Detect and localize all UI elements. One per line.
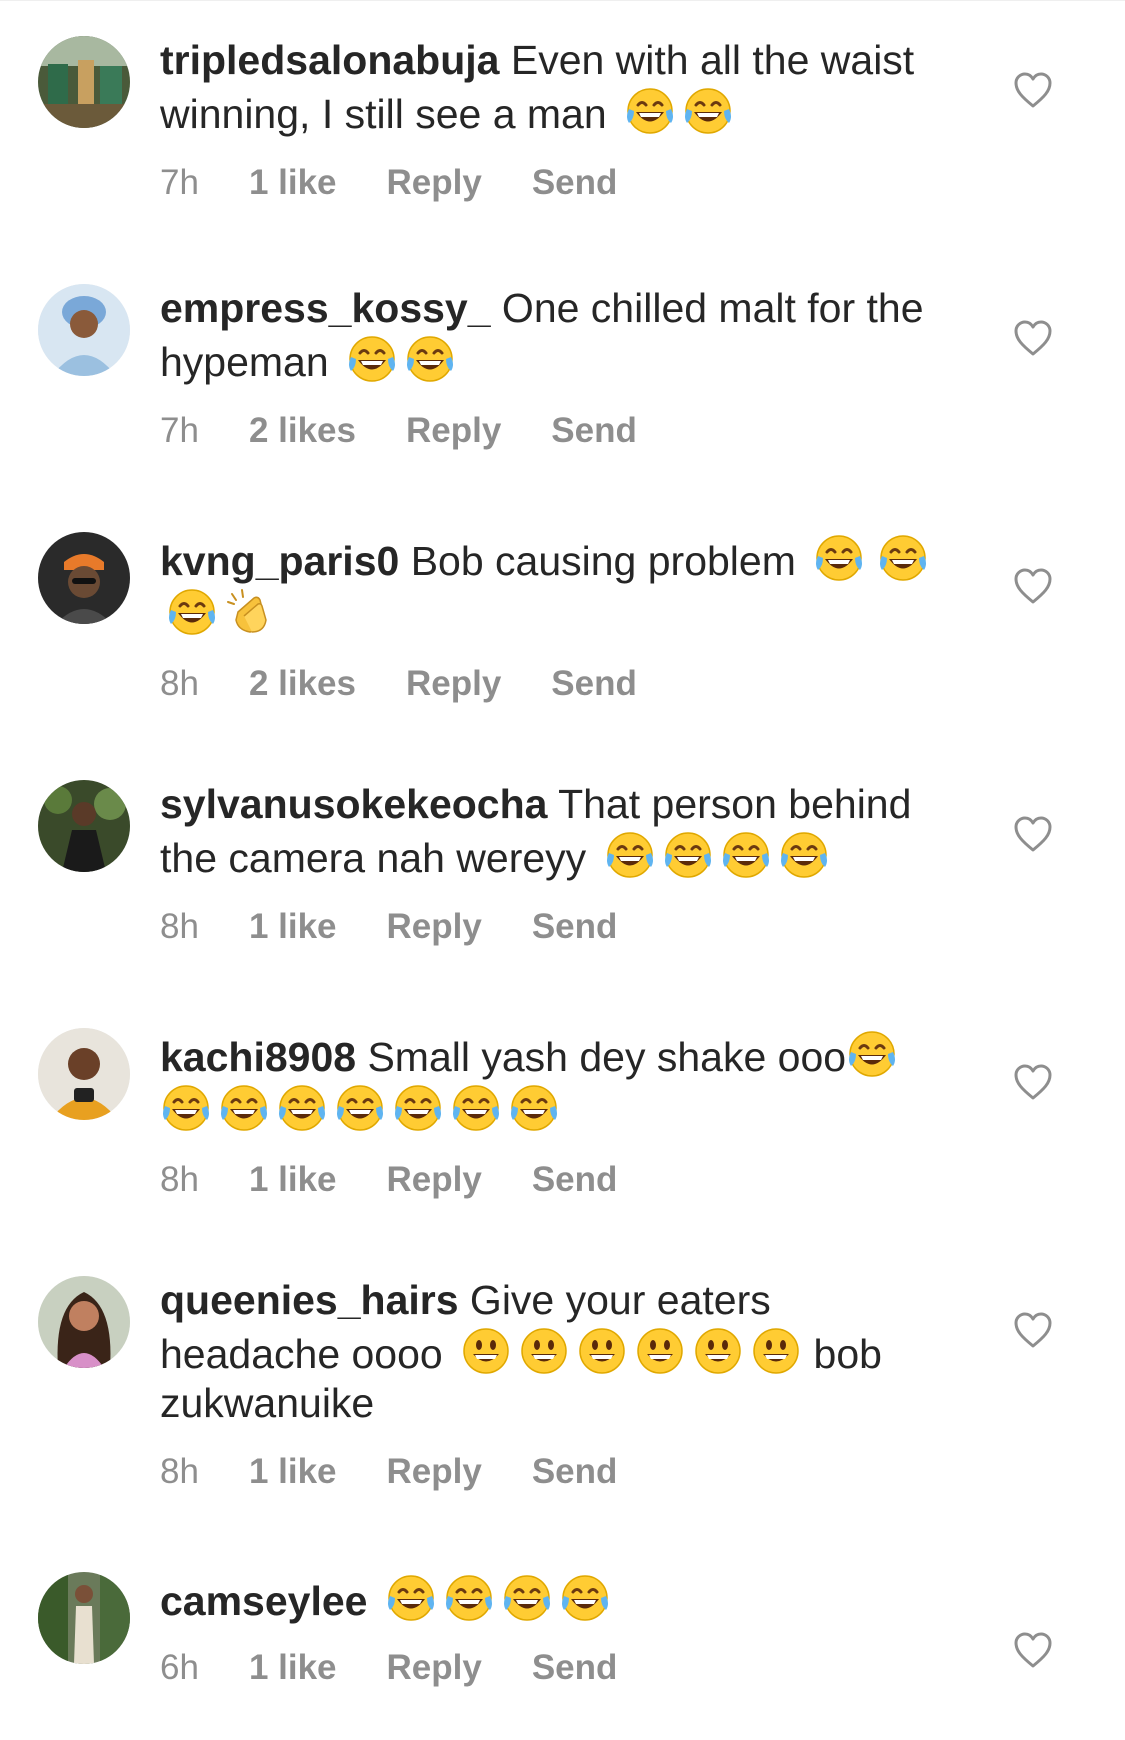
send-button[interactable]: Send xyxy=(551,664,637,704)
grinning-face-icon xyxy=(518,1325,570,1377)
comment-time: 6h xyxy=(160,1648,199,1687)
heart-outline-icon[interactable] xyxy=(1012,814,1054,854)
send-button[interactable]: Send xyxy=(532,1648,618,1688)
comment-meta: 7h 2 likes Reply Send xyxy=(160,409,960,453)
comment-text: queenies_hairs Give your eaters headache… xyxy=(160,1276,960,1428)
tears-of-joy-icon xyxy=(166,586,218,638)
likes-count[interactable]: 1 like xyxy=(249,163,337,203)
tears-of-joy-icon xyxy=(720,829,772,881)
comment-meta: 8h 1 like Reply Send xyxy=(160,1158,960,1202)
reply-button[interactable]: Reply xyxy=(387,163,482,203)
heart-outline-icon[interactable] xyxy=(1012,1062,1054,1102)
comment-meta: 7h 1 like Reply Send xyxy=(160,161,960,205)
comment-username[interactable]: camseylee xyxy=(160,1578,367,1624)
grinning-face-icon xyxy=(692,1325,744,1377)
grinning-face-icon xyxy=(634,1325,686,1377)
reply-button[interactable]: Reply xyxy=(387,1452,482,1492)
tears-of-joy-icon xyxy=(218,1082,270,1134)
send-button[interactable]: Send xyxy=(551,411,637,451)
comment-body: Bob causing problem xyxy=(399,538,796,584)
tears-of-joy-icon xyxy=(508,1082,560,1134)
send-button[interactable]: Send xyxy=(532,907,618,947)
tears-of-joy-icon xyxy=(443,1572,495,1624)
tears-of-joy-icon xyxy=(392,1082,444,1134)
comment-text: empress_kossy_ One chilled malt for the … xyxy=(160,284,960,387)
reply-button[interactable]: Reply xyxy=(406,664,501,704)
tears-of-joy-icon xyxy=(778,829,830,881)
comment-text: kvng_paris0 Bob causing problem xyxy=(160,532,960,640)
heart-outline-icon[interactable] xyxy=(1012,70,1054,110)
send-button[interactable]: Send xyxy=(532,163,618,203)
avatar[interactable] xyxy=(38,1572,130,1664)
heart-outline-icon[interactable] xyxy=(1012,1310,1054,1350)
likes-count[interactable]: 2 likes xyxy=(249,411,356,451)
grinning-face-icon xyxy=(460,1325,512,1377)
tears-of-joy-icon xyxy=(662,829,714,881)
comment-time: 8h xyxy=(160,1160,199,1199)
tears-of-joy-icon xyxy=(346,333,398,385)
comment-time: 8h xyxy=(160,1452,199,1491)
comment-meta: 6h 1 like Reply Send xyxy=(160,1646,960,1690)
heart-outline-icon[interactable] xyxy=(1012,318,1054,358)
comment-text: tripledsalonabuja Even with all the wais… xyxy=(160,36,960,139)
tears-of-joy-icon xyxy=(604,829,656,881)
tears-of-joy-icon xyxy=(877,532,929,584)
comment-meta: 8h 1 like Reply Send xyxy=(160,905,960,949)
top-divider xyxy=(0,0,1125,1)
reply-button[interactable]: Reply xyxy=(387,1648,482,1688)
tears-of-joy-icon xyxy=(501,1572,553,1624)
comment-time: 8h xyxy=(160,664,199,703)
tears-of-joy-icon xyxy=(334,1082,386,1134)
comment-meta: 8h 2 likes Reply Send xyxy=(160,662,960,706)
likes-count[interactable]: 2 likes xyxy=(249,664,356,704)
heart-outline-icon[interactable] xyxy=(1012,1630,1054,1670)
tears-of-joy-icon xyxy=(846,1028,898,1080)
avatar[interactable] xyxy=(38,1276,130,1368)
avatar[interactable] xyxy=(38,1028,130,1120)
comment-text: sylvanusokekeocha That person behind the… xyxy=(160,780,960,883)
heart-outline-icon[interactable] xyxy=(1012,566,1054,606)
grinning-face-icon xyxy=(750,1325,802,1377)
comment-username[interactable]: queenies_hairs xyxy=(160,1277,459,1323)
avatar[interactable] xyxy=(38,284,130,376)
reply-button[interactable]: Reply xyxy=(387,1160,482,1200)
tears-of-joy-icon xyxy=(559,1572,611,1624)
tears-of-joy-icon xyxy=(160,1082,212,1134)
likes-count[interactable]: 1 like xyxy=(249,907,337,947)
grinning-face-icon xyxy=(576,1325,628,1377)
comment-username[interactable]: sylvanusokekeocha xyxy=(160,781,547,827)
avatar[interactable] xyxy=(38,780,130,872)
likes-count[interactable]: 1 like xyxy=(249,1160,337,1200)
send-button[interactable]: Send xyxy=(532,1452,618,1492)
tears-of-joy-icon xyxy=(450,1082,502,1134)
comment-time: 8h xyxy=(160,907,199,946)
comment-meta: 8h 1 like Reply Send xyxy=(160,1450,960,1494)
clapping-hands-icon xyxy=(224,586,276,638)
tears-of-joy-icon xyxy=(385,1572,437,1624)
comment-time: 7h xyxy=(160,163,199,202)
tears-of-joy-icon xyxy=(624,85,676,137)
comment-text: kachi8908 Small yash dey shake ooo xyxy=(160,1028,960,1136)
comment-username[interactable]: tripledsalonabuja xyxy=(160,37,499,83)
comment-username[interactable]: empress_kossy_ xyxy=(160,285,491,331)
comment-text: camseylee xyxy=(160,1572,960,1626)
tears-of-joy-icon xyxy=(276,1082,328,1134)
comment-username[interactable]: kachi8908 xyxy=(160,1034,356,1080)
tears-of-joy-icon xyxy=(682,85,734,137)
send-button[interactable]: Send xyxy=(532,1160,618,1200)
comments-list: tripledsalonabuja Even with all the wais… xyxy=(0,0,1125,1740)
reply-button[interactable]: Reply xyxy=(406,411,501,451)
comment-username[interactable]: kvng_paris0 xyxy=(160,538,399,584)
avatar[interactable] xyxy=(38,36,130,128)
comment-body: Small yash dey shake ooo xyxy=(356,1034,847,1080)
likes-count[interactable]: 1 like xyxy=(249,1452,337,1492)
reply-button[interactable]: Reply xyxy=(387,907,482,947)
comment-time: 7h xyxy=(160,411,199,450)
avatar[interactable] xyxy=(38,532,130,624)
likes-count[interactable]: 1 like xyxy=(249,1648,337,1688)
tears-of-joy-icon xyxy=(813,532,865,584)
tears-of-joy-icon xyxy=(404,333,456,385)
